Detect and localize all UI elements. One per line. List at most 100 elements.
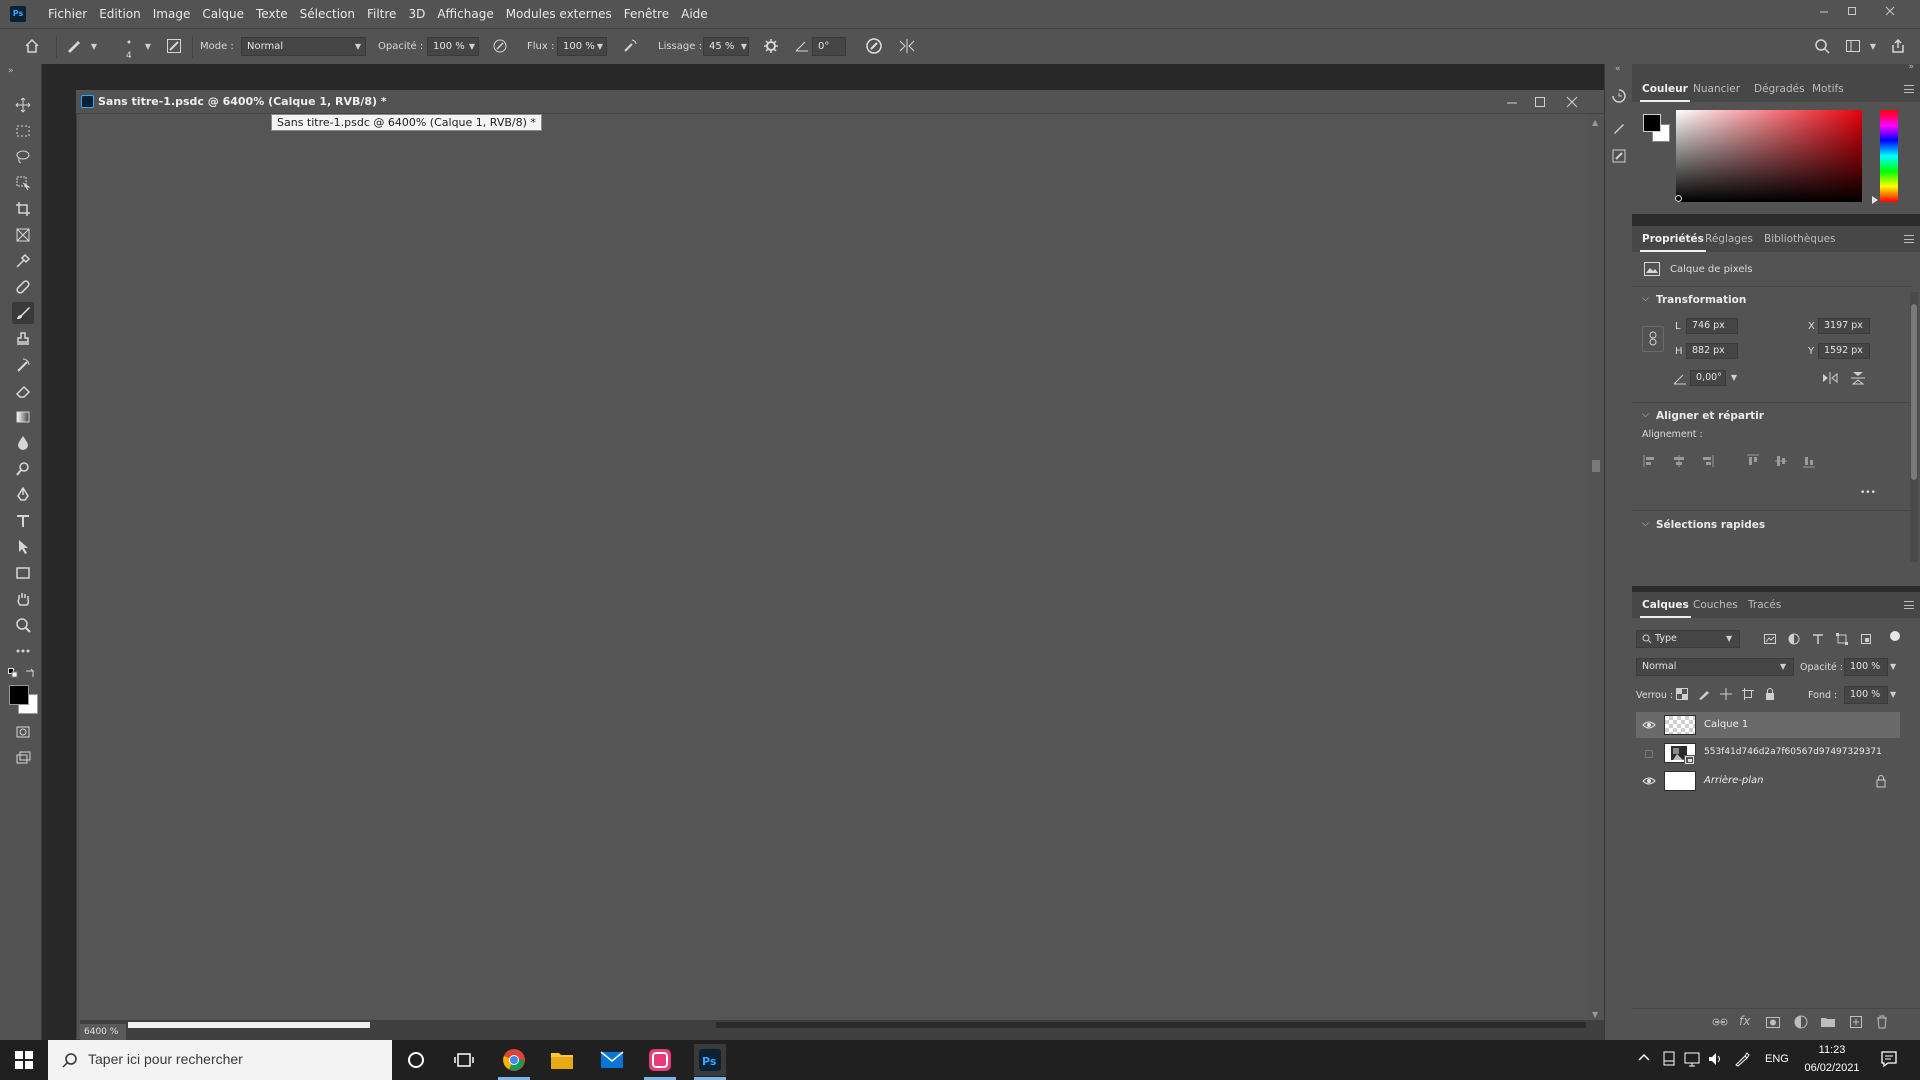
tab-proprietes[interactable]: Propriétés <box>1640 233 1706 252</box>
brush-preset-dropdown-icon[interactable]: ▼ <box>88 37 100 56</box>
layer-name[interactable]: Calque 1 <box>1704 719 1748 730</box>
menu-texte[interactable]: Texte <box>256 7 288 21</box>
brush-angle-field[interactable]: 0° <box>812 37 846 56</box>
pen-ink-icon[interactable] <box>1734 1051 1750 1067</box>
flow-dropdown-icon[interactable]: ▼ <box>594 37 606 56</box>
hand-tool-icon[interactable] <box>12 588 34 610</box>
zoom-level-field[interactable]: 6400 % <box>80 1024 126 1040</box>
layers-panel-menu-icon[interactable] <box>1904 601 1914 609</box>
layer-row[interactable]: 553f41d746d2a7f60567d97497329371 <box>1636 740 1900 766</box>
tray-device-icon[interactable] <box>1662 1051 1676 1067</box>
default-colors-icon[interactable] <box>8 668 18 678</box>
flip-vertical-icon[interactable] <box>1850 371 1866 385</box>
chrome-icon[interactable] <box>498 1044 530 1076</box>
lock-artboard-icon[interactable] <box>1742 688 1754 700</box>
align-collapse-chevron-icon[interactable]: ⌵ <box>1642 410 1649 420</box>
color-saturation-brightness-field[interactable] <box>1676 110 1862 202</box>
tab-motifs[interactable]: Motifs <box>1812 83 1844 95</box>
tab-couleur[interactable]: Couleur <box>1640 83 1690 102</box>
windows-start-icon[interactable] <box>0 1040 48 1080</box>
layer-visibility-eye-icon[interactable] <box>1642 719 1656 731</box>
properties-panel-menu-icon[interactable] <box>1904 235 1914 243</box>
pressure-size-icon[interactable] <box>863 35 885 57</box>
collapse-panels-icon[interactable]: » <box>1908 62 1914 72</box>
gradient-tool-icon[interactable] <box>12 406 34 428</box>
search-icon[interactable] <box>1811 35 1833 57</box>
mode-select[interactable]: Normal <box>241 37 366 56</box>
menu-filtre[interactable]: Filtre <box>367 7 396 21</box>
filter-pixel-layers-icon[interactable] <box>1764 633 1776 645</box>
layer-visibility-toggle[interactable] <box>1645 750 1653 758</box>
link-dimensions-icon[interactable] <box>1642 326 1664 352</box>
workspace-icon[interactable] <box>1842 35 1864 57</box>
menu-image[interactable]: Image <box>153 7 191 21</box>
align-bottom-icon[interactable] <box>1802 454 1816 468</box>
cortana-icon[interactable] <box>400 1044 432 1076</box>
close-icon[interactable] <box>1876 0 1904 22</box>
quick-actions-collapse-chevron-icon[interactable]: ⌵ <box>1642 519 1649 529</box>
link-layers-icon[interactable] <box>1712 1014 1728 1030</box>
smoothing-settings-gear-icon[interactable] <box>760 35 782 57</box>
frame-tool-icon[interactable] <box>12 224 34 246</box>
task-view-icon[interactable] <box>448 1044 480 1076</box>
new-layer-icon[interactable] <box>1848 1014 1864 1030</box>
rectangle-tool-icon[interactable] <box>12 562 34 584</box>
align-right-icon[interactable] <box>1700 454 1714 468</box>
lock-position-icon[interactable] <box>1720 688 1732 700</box>
transform-collapse-chevron-icon[interactable]: ⌵ <box>1642 294 1649 304</box>
lock-all-icon[interactable] <box>1764 688 1776 700</box>
layer-row[interactable]: Arrière-plan <box>1636 768 1900 794</box>
color-panel-foreground-swatch[interactable] <box>1643 114 1661 132</box>
network-icon[interactable] <box>1684 1051 1700 1067</box>
blend-mode-select[interactable]: Normal <box>1636 658 1794 676</box>
align-center-horizontal-icon[interactable] <box>1672 454 1686 468</box>
scroll-down-arrow-icon[interactable]: ▼ <box>1592 1010 1598 1019</box>
new-adjustment-layer-icon[interactable] <box>1793 1014 1809 1030</box>
smoothing-dropdown-icon[interactable]: ▼ <box>738 37 750 56</box>
taskbar-search-box[interactable]: Taper ici pour rechercher <box>48 1040 392 1080</box>
document-titlebar[interactable]: Sans titre-1.psdc @ 6400% (Calque 1, RVB… <box>76 90 1604 114</box>
screen-mode-icon[interactable] <box>12 747 34 769</box>
photos-app-icon[interactable] <box>644 1044 676 1076</box>
blur-tool-icon[interactable] <box>12 432 34 454</box>
volume-icon[interactable] <box>1708 1051 1724 1067</box>
crop-tool-icon[interactable] <box>12 198 34 220</box>
file-explorer-icon[interactable] <box>546 1044 578 1076</box>
height-field[interactable]: 882 px <box>1686 343 1738 359</box>
properties-scrollbar-thumb[interactable] <box>1911 304 1917 480</box>
foreground-color-swatch[interactable] <box>9 685 29 705</box>
taskbar-clock-time[interactable]: 11:23 <box>1814 1044 1850 1056</box>
filter-adjustment-layers-icon[interactable] <box>1788 633 1800 645</box>
layer-opacity-dropdown-icon[interactable]: ▼ <box>1890 658 1902 676</box>
path-selection-tool-icon[interactable] <box>12 536 34 558</box>
y-position-field[interactable]: 1592 px <box>1818 343 1870 359</box>
scroll-up-arrow-icon[interactable]: ▲ <box>1592 118 1598 127</box>
rotation-dropdown-icon[interactable]: ▼ <box>1728 370 1740 386</box>
align-top-icon[interactable] <box>1746 454 1760 468</box>
layer-name[interactable]: Arrière-plan <box>1704 775 1763 786</box>
align-section-title[interactable]: Aligner et répartir <box>1656 410 1764 422</box>
filter-type-layers-icon[interactable] <box>1812 633 1824 645</box>
horizontal-scrollbar[interactable] <box>716 1022 1586 1028</box>
layer-visibility-eye-icon[interactable] <box>1642 775 1656 787</box>
document-minimize-icon[interactable] <box>1506 96 1518 108</box>
more-align-options-icon[interactable]: ••• <box>1860 488 1876 498</box>
eyedropper-tool-icon[interactable] <box>12 250 34 272</box>
move-tool-icon[interactable] <box>12 94 34 116</box>
mail-icon[interactable] <box>596 1044 628 1076</box>
layer-name[interactable]: 553f41d746d2a7f60567d97497329371 <box>1704 747 1882 757</box>
eraser-tool-icon[interactable] <box>12 380 34 402</box>
rotation-angle-field[interactable]: 0,00° <box>1690 370 1726 386</box>
blend-mode-dropdown-icon[interactable]: ▼ <box>1780 658 1792 676</box>
history-brush-tool-icon[interactable] <box>12 354 34 376</box>
action-center-notifications-icon[interactable] <box>1880 1050 1898 1068</box>
tab-reglages[interactable]: Réglages <box>1705 233 1753 245</box>
marquee-tool-icon[interactable] <box>12 120 34 142</box>
brush-settings-panel-icon[interactable] <box>1611 148 1627 164</box>
menu-calque[interactable]: Calque <box>202 7 244 21</box>
add-layer-mask-icon[interactable] <box>1765 1014 1781 1030</box>
brush-size-dropdown-icon[interactable]: ▼ <box>142 37 154 56</box>
opacity-dropdown-icon[interactable]: ▼ <box>466 37 478 56</box>
menu-affichage[interactable]: Affichage <box>437 7 493 21</box>
delete-layer-trash-icon[interactable] <box>1874 1014 1890 1030</box>
